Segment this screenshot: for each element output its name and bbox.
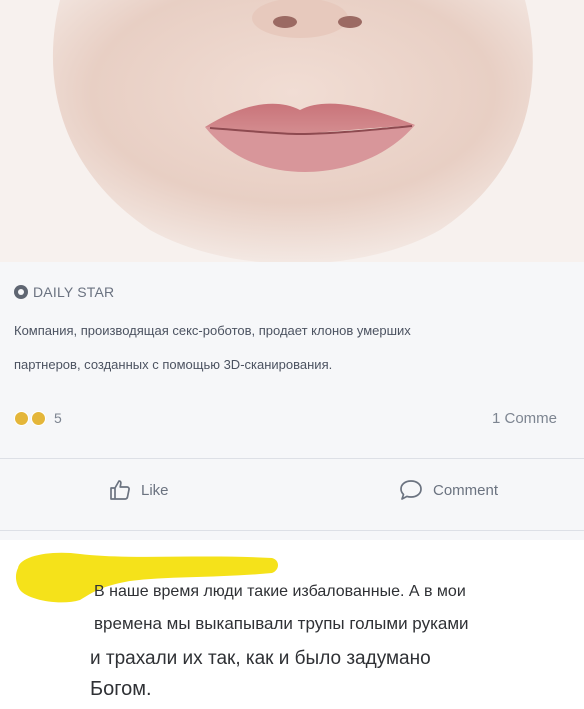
source-name: DAILY STAR: [33, 284, 115, 300]
divider: [0, 458, 584, 459]
article-headline[interactable]: Компания, производящая секс-роботов, про…: [14, 314, 574, 382]
like-button[interactable]: Like: [108, 478, 169, 502]
comment-line-1: В наше время люди такие избалованные. А …: [94, 583, 466, 600]
comment-button[interactable]: Comment: [398, 478, 498, 502]
source-icon: [14, 285, 28, 299]
comment-line-3: и трахали их так, как и было задумано: [90, 648, 431, 669]
wow-reaction-icon: [31, 410, 46, 426]
thumbs-up-icon: [110, 480, 130, 500]
divider: [0, 530, 584, 531]
comments-count-link[interactable]: 1 Comme: [492, 410, 557, 427]
comment-label: Comment: [433, 481, 499, 499]
face-lips-image: [0, 0, 584, 262]
headline-line-1: Компания, производящая секс-роботов, про…: [14, 323, 411, 338]
comment-line-2: времена мы выкапывали трупы голыми рукам…: [94, 614, 469, 633]
source-label[interactable]: DAILY STAR: [14, 284, 114, 300]
reaction-count: 5: [54, 410, 62, 426]
comment-bubble-icon: [400, 480, 422, 500]
reactions-summary[interactable]: 5: [14, 410, 62, 426]
comment-line-4: Богом.: [90, 678, 152, 700]
like-label: Like: [141, 481, 169, 499]
article-image[interactable]: [0, 0, 584, 262]
headline-line-2: партнеров, созданных с помощью 3D-сканир…: [14, 357, 333, 372]
laugh-reaction-icon: [14, 410, 29, 426]
